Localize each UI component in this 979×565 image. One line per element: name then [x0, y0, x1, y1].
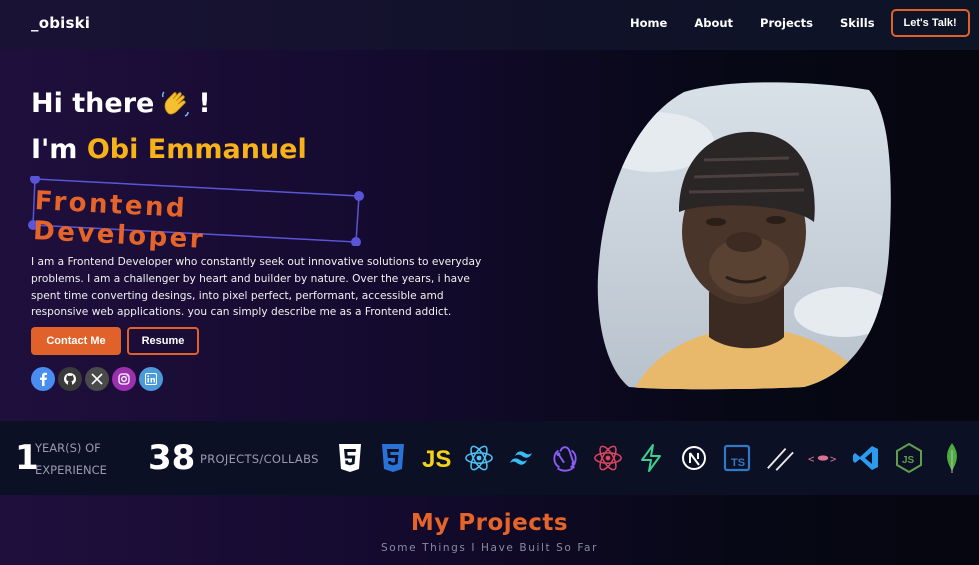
linkedin-icon[interactable]: [139, 367, 163, 391]
css3-icon: [378, 442, 408, 474]
greeting-suffix: !: [198, 88, 211, 119]
intro-prefix: I'm: [31, 134, 78, 165]
react-icon: [464, 442, 494, 474]
tailwind-icon: [507, 442, 537, 474]
redux-icon: [550, 442, 580, 474]
nav-link-about[interactable]: About: [694, 16, 733, 30]
typescript-icon: TS: [722, 442, 752, 474]
instagram-icon[interactable]: [112, 367, 136, 391]
projects-subtitle: Some Things I Have Built So Far: [380, 542, 598, 554]
supabase-icon: [636, 442, 666, 474]
svg-text:TS: TS: [731, 457, 745, 469]
nav-links: Home About Projects Skills Let's Talk!: [630, 9, 970, 37]
vscode-icon: [851, 442, 881, 474]
projects-label: PROJECTS/COLLABS: [200, 452, 319, 466]
svg-text:JS: JS: [422, 446, 451, 472]
greeting: Hi there !: [31, 88, 211, 119]
projects-value: 38: [148, 438, 196, 478]
experience-label: YEAR(S) OF EXPERIENCE: [35, 437, 107, 481]
slash-icon: [765, 442, 795, 474]
svg-text:>: >: [830, 453, 836, 465]
react-native-icon: [593, 442, 623, 474]
tech-stack-icons: JS TS < > JS: [335, 442, 979, 474]
nextjs-icon: [679, 442, 709, 474]
svg-text:<: <: [808, 453, 814, 465]
site-logo[interactable]: _obiski: [31, 14, 90, 32]
developer-name: Obi Emmanuel: [86, 134, 307, 165]
experience-label-line1: YEAR(S) OF: [35, 441, 101, 455]
javascript-icon: JS: [421, 442, 451, 474]
github-icon[interactable]: [58, 367, 82, 391]
nodejs-icon: JS: [894, 442, 924, 474]
social-links: [31, 367, 166, 391]
profile-photo: [597, 82, 891, 390]
lets-talk-button[interactable]: Let's Talk!: [890, 9, 970, 37]
greeting-text: Hi there: [31, 88, 155, 119]
top-nav: _obiski Home About Projects Skills Let's…: [0, 0, 979, 50]
projects-title: My Projects: [410, 510, 569, 536]
x-icon[interactable]: [85, 367, 109, 391]
nav-link-skills[interactable]: Skills: [840, 16, 875, 30]
nav-link-home[interactable]: Home: [630, 16, 667, 30]
mongodb-icon: [937, 442, 967, 474]
bio-paragraph: I am a Frontend Developer who constantly…: [31, 256, 482, 319]
svg-text:JS: JS: [902, 455, 915, 466]
experience-label-line2: EXPERIENCE: [35, 463, 107, 477]
waving-hand-icon: [160, 89, 190, 119]
contact-me-button[interactable]: Contact Me: [31, 327, 121, 355]
nav-link-projects[interactable]: Projects: [760, 16, 813, 30]
facebook-icon[interactable]: [31, 367, 55, 391]
styled-components-icon: < >: [808, 442, 838, 474]
resume-button[interactable]: Resume: [127, 327, 199, 355]
html5-icon: [335, 442, 365, 474]
intro-line: I'm Obi Emmanuel: [31, 134, 307, 165]
